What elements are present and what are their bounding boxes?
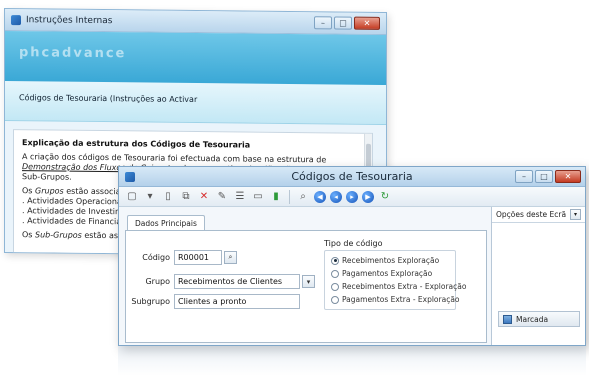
- radio-recebimentos-extra[interactable]: Recebimentos Extra - Exploração: [331, 282, 466, 291]
- toolbar-separator: [289, 189, 290, 204]
- codigos-tesouraria-window: Códigos de Tesouraria – □ ✕ ▢ ▾ ▯ ⧉ ✕ ✎ …: [118, 166, 586, 346]
- radio-label: Pagamentos Exploração: [342, 269, 433, 278]
- maximize-button[interactable]: □: [535, 170, 553, 183]
- doc-text: Os: [22, 186, 36, 196]
- refresh-icon[interactable]: ↻: [378, 190, 392, 204]
- opcoes-ecra-label: Opções deste Ecrã: [496, 210, 567, 219]
- radio-icon[interactable]: [331, 282, 339, 291]
- codigo-lookup-button[interactable]: ⌕: [224, 251, 237, 264]
- window-reflection: [118, 346, 586, 376]
- tipo-codigo-group: Recebimentos Exploração Pagamentos Explo…: [324, 250, 466, 310]
- search-icon[interactable]: ⌕: [296, 190, 310, 204]
- doc-text: Os: [22, 230, 36, 240]
- close-button[interactable]: ✕: [354, 16, 380, 30]
- radio-pagamentos-extra[interactable]: Pagamentos Extra - Exploração: [331, 295, 460, 304]
- chevron-down-icon[interactable]: ▾: [302, 275, 315, 288]
- new-record-icon[interactable]: ▢: [125, 190, 139, 204]
- doc-heading: Explicação da estrutura dos Códigos de T…: [22, 138, 251, 150]
- dados-principais-panel: Código R00001 ⌕ Grupo Recebimentos de Cl…: [125, 230, 487, 343]
- radio-pagamentos-exploracao[interactable]: Pagamentos Exploração: [331, 269, 432, 278]
- delete-icon[interactable]: ✕: [197, 190, 211, 204]
- codigos-title: Códigos de Tesouraria: [291, 170, 413, 183]
- dropdown-arrow-icon[interactable]: ▾: [143, 190, 157, 204]
- window-controls: – □ ✕: [515, 170, 581, 183]
- edit-icon[interactable]: ✎: [215, 190, 229, 204]
- radio-label: Recebimentos Exploração: [342, 256, 440, 265]
- radio-icon[interactable]: [331, 269, 339, 278]
- phc-logo: phcadvance: [19, 45, 127, 62]
- first-record-icon[interactable]: ◀: [314, 190, 326, 203]
- last-record-icon[interactable]: ▶: [362, 190, 374, 203]
- list-icon[interactable]: ☰: [233, 190, 247, 204]
- doc-list-item: . Actividades Operacionais: [22, 196, 129, 207]
- chevron-down-icon[interactable]: ▾: [570, 209, 581, 220]
- tipo-codigo-title: Tipo de código: [324, 239, 383, 248]
- next-record-icon[interactable]: ▸: [346, 190, 358, 203]
- minimize-button[interactable]: –: [314, 16, 332, 30]
- codigo-label: Código: [142, 253, 170, 262]
- marcada-button[interactable]: Marcada: [498, 311, 580, 327]
- previous-record-icon[interactable]: ◂: [330, 190, 342, 203]
- checkbox-icon: [503, 314, 512, 324]
- toolbar: ▢ ▾ ▯ ⧉ ✕ ✎ ☰ ▭ ▮ ⌕ ◀ ◂ ▸ ▶ ↻: [119, 187, 585, 207]
- instrucoes-subheading: Códigos de Tesouraria (Instruções ao Act…: [5, 81, 386, 125]
- instrucoes-title: Instruções Internas: [26, 14, 113, 26]
- codigos-titlebar[interactable]: Códigos de Tesouraria – □ ✕: [119, 167, 585, 187]
- close-button[interactable]: ✕: [555, 170, 581, 183]
- grupo-select[interactable]: Recebimentos de Clientes: [174, 274, 300, 289]
- subgrupo-label: Subgrupo: [131, 297, 170, 306]
- tabs-area: Dados Principais Código R00001 ⌕ Grupo R…: [125, 215, 487, 343]
- grupo-label: Grupo: [145, 277, 170, 286]
- opcoes-ecra-dropdown[interactable]: Opções deste Ecrã ▾: [492, 207, 585, 223]
- app-icon: [11, 14, 21, 25]
- codigo-input[interactable]: R00001: [174, 250, 222, 265]
- window-controls: – □ ✕: [314, 16, 380, 30]
- doc-emphasis: Sub-Grupos: [35, 230, 82, 240]
- doc-emphasis: Grupos: [35, 186, 64, 196]
- tab-dados-principais[interactable]: Dados Principais: [127, 215, 205, 231]
- radio-selected-icon[interactable]: [331, 256, 339, 265]
- radio-label: Recebimentos Extra - Exploração: [342, 282, 467, 291]
- minimize-button[interactable]: –: [515, 170, 533, 183]
- radio-recebimentos-exploracao[interactable]: Recebimentos Exploração: [331, 256, 439, 265]
- maximize-button[interactable]: □: [334, 16, 352, 30]
- document-icon[interactable]: ▯: [161, 190, 175, 204]
- radio-icon[interactable]: [331, 295, 339, 304]
- app-icon: [125, 172, 135, 182]
- options-side-panel: Opções deste Ecrã ▾ Marcada: [491, 207, 585, 345]
- copy-icon[interactable]: ⧉: [179, 190, 193, 204]
- chart-icon[interactable]: ▮: [269, 190, 283, 204]
- banner: phcadvance: [5, 31, 386, 85]
- marcada-label: Marcada: [516, 314, 549, 324]
- subgrupo-input[interactable]: Clientes a pronto: [174, 294, 300, 309]
- folder-icon[interactable]: ▭: [251, 190, 265, 204]
- radio-label: Pagamentos Extra - Exploração: [342, 295, 460, 304]
